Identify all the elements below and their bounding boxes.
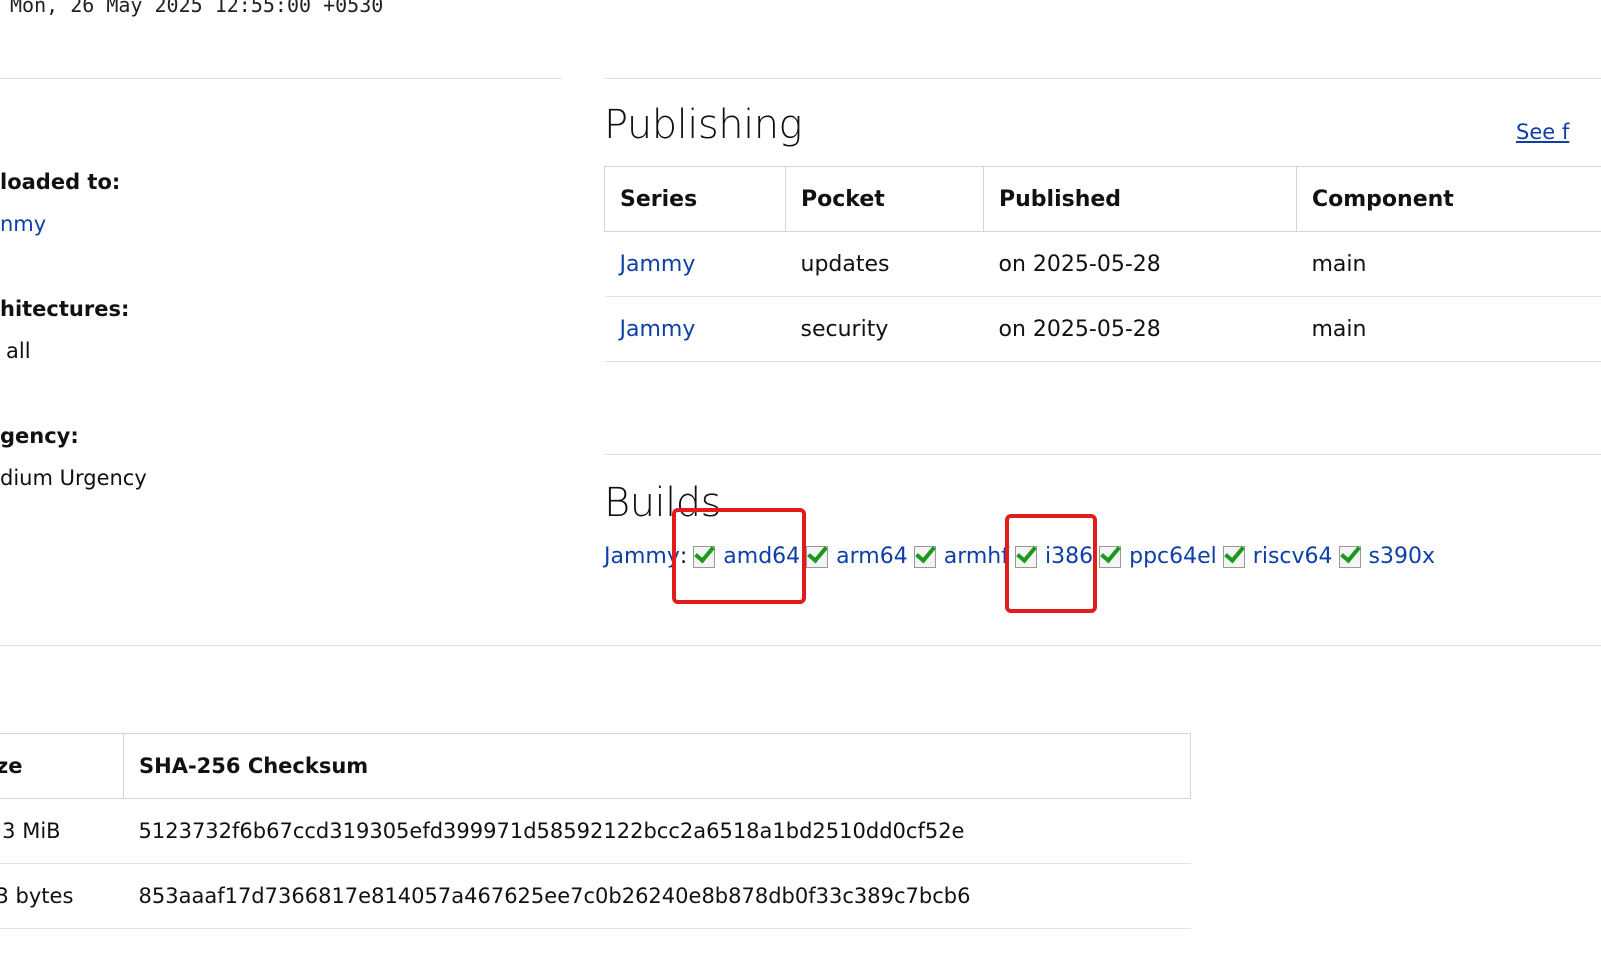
uploaded-to-link[interactable]: nmy	[0, 212, 120, 236]
table-header-row: Series Pocket Published Component	[604, 166, 1601, 232]
build-success-icon	[1099, 545, 1122, 568]
series-link[interactable]: Jammy	[620, 252, 696, 277]
urgency-section: gency: dium Urgency	[0, 424, 147, 490]
see-full-publishing-link[interactable]: See f	[1516, 120, 1569, 144]
divider	[604, 454, 1601, 455]
builds-series-link[interactable]: Jammy	[604, 544, 680, 569]
size-cell: .3 MiB	[0, 798, 124, 864]
build-success-icon	[1338, 545, 1361, 568]
size-cell: 3 bytes	[0, 863, 124, 929]
table-header-row: ze SHA-256 Checksum	[0, 733, 1191, 799]
architectures-label: hitectures:	[0, 297, 130, 321]
component-cell: main	[1296, 231, 1601, 297]
architectures-section: hitectures: all	[0, 297, 129, 363]
series-link[interactable]: Jammy	[620, 317, 696, 342]
column-header-component: Component	[1296, 166, 1601, 232]
build-link-armhf[interactable]: armhf	[944, 544, 1009, 569]
files-table: ze SHA-256 Checksum .3 MiB 5123732f6b67c…	[0, 733, 1191, 929]
table-row: .3 MiB 5123732f6b67ccd319305efd399971d58…	[0, 798, 1191, 864]
build-success-icon	[913, 545, 936, 568]
architectures-value: all	[6, 339, 31, 363]
divider	[0, 645, 1601, 646]
build-link-s390x[interactable]: s390x	[1369, 544, 1435, 569]
table-row: 3 bytes 853aaaf17d7366817e814057a467625e…	[0, 863, 1191, 929]
published-cell: on 2025-05-28	[983, 296, 1297, 362]
pocket-cell: security	[785, 296, 984, 362]
checksum-cell: 5123732f6b67ccd319305efd399971d58592122b…	[123, 798, 1191, 864]
column-header-checksum: SHA-256 Checksum	[123, 733, 1191, 799]
pocket-cell: updates	[785, 231, 984, 297]
checksum-cell: 853aaaf17d7366817e814057a467625ee7c0b262…	[123, 863, 1191, 929]
column-header-pocket: Pocket	[785, 166, 984, 232]
published-cell: on 2025-05-28	[983, 231, 1297, 297]
publishing-heading: Publishing	[604, 102, 803, 148]
urgency-value: dium Urgency	[0, 466, 147, 490]
uploaded-to-label: loaded to:	[0, 170, 121, 194]
urgency-label: gency:	[0, 424, 79, 448]
divider	[0, 78, 562, 79]
publishing-table: Series Pocket Published Component Jammy …	[604, 166, 1601, 362]
column-header-series: Series	[604, 166, 786, 232]
build-link-ppc64el[interactable]: ppc64el	[1129, 544, 1217, 569]
table-row: Jammy security on 2025-05-28 main	[604, 296, 1601, 362]
highlight-box-i386	[1005, 514, 1097, 613]
build-link-arm64[interactable]: arm64	[836, 544, 908, 569]
component-cell: main	[1296, 296, 1601, 362]
table-row: Jammy updates on 2025-05-28 main	[604, 231, 1601, 297]
build-success-icon	[1222, 545, 1245, 568]
changelog-date: Mon, 26 May 2025 12:55:00 +0530	[10, 0, 384, 17]
build-success-icon	[806, 545, 829, 568]
build-link-riscv64[interactable]: riscv64	[1253, 544, 1333, 569]
divider	[604, 78, 1601, 79]
column-header-published: Published	[983, 166, 1297, 232]
uploaded-to-section: loaded to: nmy	[0, 170, 120, 236]
column-header-size: ze	[0, 733, 124, 799]
highlight-box-amd64	[672, 508, 806, 604]
